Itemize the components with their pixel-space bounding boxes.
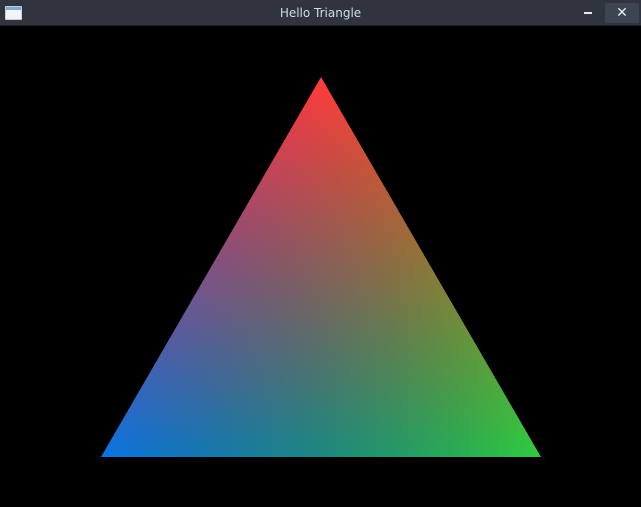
- close-button[interactable]: ✕: [605, 3, 639, 23]
- minimize-icon: [584, 12, 592, 14]
- app-window: Hello Triangle ✕: [0, 0, 641, 507]
- minimize-button[interactable]: [573, 3, 603, 23]
- title-bar[interactable]: Hello Triangle ✕: [0, 0, 641, 26]
- close-icon: ✕: [616, 5, 628, 21]
- window-title: Hello Triangle: [279, 6, 362, 20]
- render-canvas: [0, 26, 641, 507]
- triangle-viewport: [101, 77, 541, 457]
